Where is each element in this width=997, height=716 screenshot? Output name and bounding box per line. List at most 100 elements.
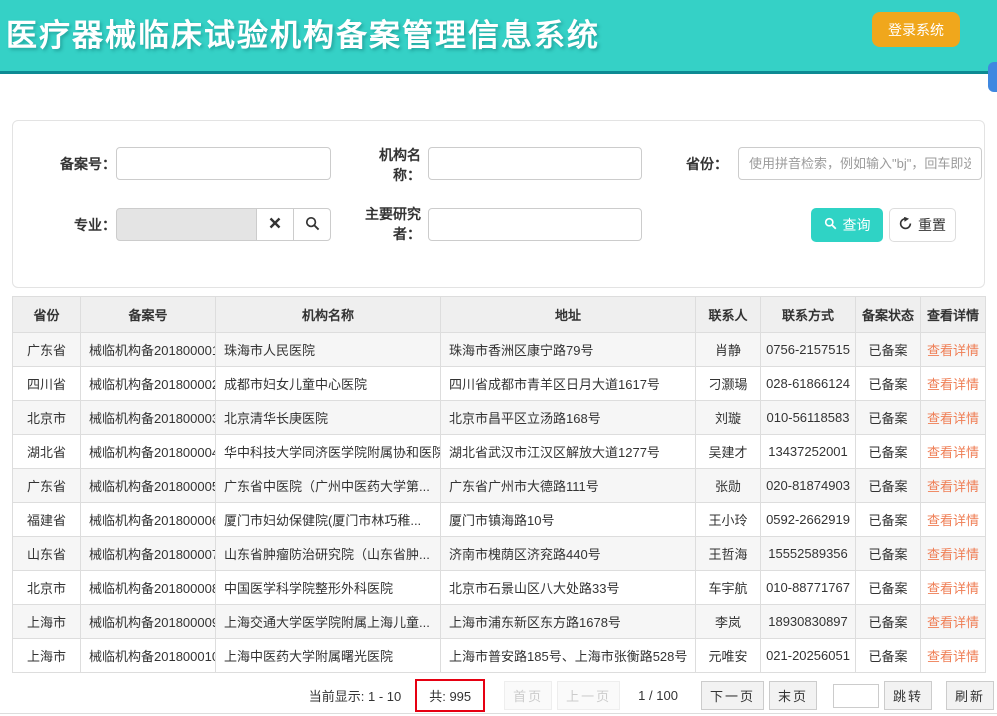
specialty-search-button[interactable]	[293, 208, 331, 241]
col-address: 地址	[441, 297, 696, 333]
org-name-label: 机构名称：	[373, 145, 421, 185]
cell-address: 上海市浦东新区东方路1678号	[441, 605, 696, 639]
cell-org-name: 山东省肿瘤防治研究院（山东省肿...	[216, 537, 441, 571]
col-phone: 联系方式	[761, 297, 856, 333]
view-detail-link[interactable]: 查看详情	[927, 479, 979, 494]
org-name-input[interactable]	[428, 147, 642, 180]
table-header: 省份 备案号 机构名称 地址 联系人 联系方式 备案状态 查看详情	[13, 297, 986, 333]
cell-address: 北京市石景山区八大处路33号	[441, 571, 696, 605]
specialty-label: 专业：	[21, 215, 116, 235]
cell-filing-no: 械临机构备201800001	[81, 333, 216, 367]
cell-phone: 18930830897	[761, 605, 856, 639]
province-input[interactable]	[738, 147, 982, 180]
cell-status: 已备案	[856, 333, 921, 367]
cell-detail: 查看详情	[921, 469, 986, 503]
filing-no-input[interactable]	[116, 147, 331, 180]
view-detail-link[interactable]: 查看详情	[927, 343, 979, 358]
table-row: 福建省械临机构备201800006厦门市妇幼保健院(厦门市林巧稚...厦门市镇海…	[13, 503, 986, 537]
cell-address: 广东省广州市大德路111号	[441, 469, 696, 503]
cell-org-name: 厦门市妇幼保健院(厦门市林巧稚...	[216, 503, 441, 537]
cell-detail: 查看详情	[921, 367, 986, 401]
table-row: 山东省械临机构备201800007山东省肿瘤防治研究院（山东省肿...济南市槐荫…	[13, 537, 986, 571]
specialty-input[interactable]	[116, 208, 257, 241]
cell-status: 已备案	[856, 537, 921, 571]
cell-contact: 王小玲	[696, 503, 761, 537]
cell-province: 湖北省	[13, 435, 81, 469]
filing-no-label: 备案号：	[21, 154, 116, 174]
cell-province: 山东省	[13, 537, 81, 571]
cell-org-name: 中国医学科学院整形外科医院	[216, 571, 441, 605]
view-detail-link[interactable]: 查看详情	[927, 377, 979, 392]
cell-address: 珠海市香洲区康宁路79号	[441, 333, 696, 367]
filing-table: 省份 备案号 机构名称 地址 联系人 联系方式 备案状态 查看详情 广东省械临机…	[12, 296, 986, 673]
cell-contact: 元唯安	[696, 639, 761, 673]
col-org-name: 机构名称	[216, 297, 441, 333]
table-row: 广东省械临机构备201800005广东省中医院（广州中医药大学第...广东省广州…	[13, 469, 986, 503]
cell-province: 福建省	[13, 503, 81, 537]
table-body: 广东省械临机构备201800001珠海市人民医院珠海市香洲区康宁路79号肖静07…	[13, 333, 986, 673]
view-detail-link[interactable]: 查看详情	[927, 513, 979, 528]
view-detail-link[interactable]: 查看详情	[927, 649, 979, 664]
cell-phone: 028-61866124	[761, 367, 856, 401]
view-detail-link[interactable]: 查看详情	[927, 445, 979, 460]
floating-side-button[interactable]	[988, 62, 997, 92]
cell-province: 北京市	[13, 571, 81, 605]
view-detail-link[interactable]: 查看详情	[927, 581, 979, 596]
cell-province: 广东省	[13, 469, 81, 503]
cell-filing-no: 械临机构备201800007	[81, 537, 216, 571]
cell-status: 已备案	[856, 401, 921, 435]
cell-province: 上海市	[13, 605, 81, 639]
refresh-button[interactable]: 刷新	[946, 681, 994, 710]
pagination-bar: 当前显示: 1 - 10 共: 995 首页 上一页 1 / 100 下一页 末…	[0, 678, 997, 714]
cell-detail: 查看详情	[921, 537, 986, 571]
login-button[interactable]: 登录系统	[872, 12, 960, 47]
cell-address: 北京市昌平区立汤路168号	[441, 401, 696, 435]
view-detail-link[interactable]: 查看详情	[927, 615, 979, 630]
cell-filing-no: 械临机构备201800002	[81, 367, 216, 401]
cell-status: 已备案	[856, 435, 921, 469]
last-page-button[interactable]: 末页	[769, 681, 817, 710]
cell-status: 已备案	[856, 639, 921, 673]
header-divider	[0, 71, 997, 74]
cell-province: 广东省	[13, 333, 81, 367]
col-contact: 联系人	[696, 297, 761, 333]
view-detail-link[interactable]: 查看详情	[927, 411, 979, 426]
col-status: 备案状态	[856, 297, 921, 333]
app-header: 医疗器械临床试验机构备案管理信息系统 登录系统	[0, 0, 997, 71]
reset-button[interactable]: 重置	[889, 208, 956, 242]
specialty-clear-button[interactable]	[256, 208, 294, 241]
page-title: 医疗器械临床试验机构备案管理信息系统	[6, 10, 600, 55]
cell-phone: 020-81874903	[761, 469, 856, 503]
cell-phone: 0592-2662919	[761, 503, 856, 537]
total-count-text: 共: 995	[429, 689, 471, 704]
table-row: 湖北省械临机构备201800004华中科技大学同济医学院附属协和医院湖北省武汉市…	[13, 435, 986, 469]
table-row: 四川省械临机构备201800002成都市妇女儿童中心医院四川省成都市青羊区日月大…	[13, 367, 986, 401]
researcher-input[interactable]	[428, 208, 642, 241]
cell-address: 上海市普安路185号、上海市张衡路528号	[441, 639, 696, 673]
cell-filing-no: 械临机构备201800009	[81, 605, 216, 639]
cell-org-name: 上海交通大学医学院附属上海儿童...	[216, 605, 441, 639]
cell-filing-no: 械临机构备201800003	[81, 401, 216, 435]
prev-page-button: 上一页	[557, 681, 620, 710]
table-row: 上海市械临机构备201800010上海中医药大学附属曙光医院上海市普安路185号…	[13, 639, 986, 673]
cell-contact: 吴建才	[696, 435, 761, 469]
query-button[interactable]: 查询	[811, 208, 883, 242]
cell-address: 济南市槐荫区济兖路440号	[441, 537, 696, 571]
cell-contact: 刘璇	[696, 401, 761, 435]
jump-button[interactable]: 跳转	[884, 681, 932, 710]
cell-status: 已备案	[856, 503, 921, 537]
cell-org-name: 珠海市人民医院	[216, 333, 441, 367]
cell-filing-no: 械临机构备201800008	[81, 571, 216, 605]
cell-status: 已备案	[856, 571, 921, 605]
next-page-button[interactable]: 下一页	[701, 681, 764, 710]
cell-address: 湖北省武汉市江汉区解放大道1277号	[441, 435, 696, 469]
col-filing-no: 备案号	[81, 297, 216, 333]
cell-phone: 13437252001	[761, 435, 856, 469]
cell-detail: 查看详情	[921, 605, 986, 639]
col-detail: 查看详情	[921, 297, 986, 333]
jump-page-input[interactable]	[833, 684, 879, 708]
table-row: 北京市械临机构备201800008中国医学科学院整形外科医院北京市石景山区八大处…	[13, 571, 986, 605]
view-detail-link[interactable]: 查看详情	[927, 547, 979, 562]
clear-x-icon	[269, 217, 281, 232]
cell-org-name: 北京清华长庚医院	[216, 401, 441, 435]
